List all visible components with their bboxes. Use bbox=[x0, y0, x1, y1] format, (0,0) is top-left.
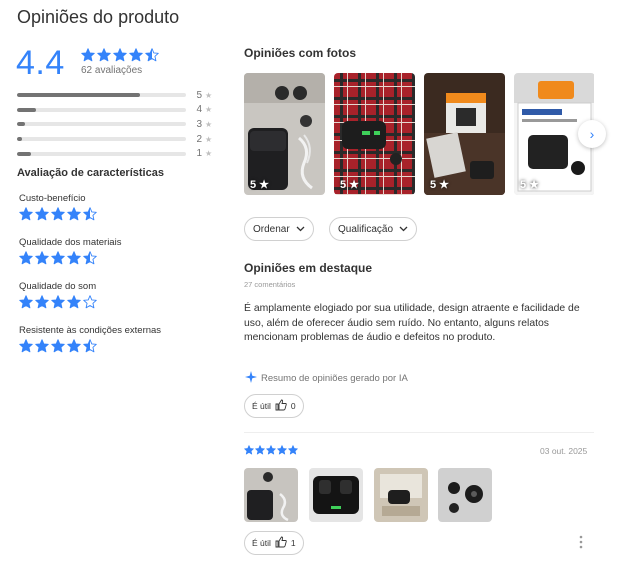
star-icon bbox=[35, 251, 49, 265]
star-icon: ★ bbox=[205, 134, 213, 144]
characteristics-title: Avaliação de características bbox=[17, 167, 164, 179]
star-icon bbox=[67, 207, 81, 221]
chevron-right-icon: › bbox=[589, 126, 595, 142]
characteristic-item: Resistente às condições externas bbox=[19, 325, 219, 353]
distribution-row[interactable]: 1 ★ bbox=[17, 146, 217, 161]
distribution-bar bbox=[17, 122, 186, 127]
more-options-icon[interactable] bbox=[579, 535, 583, 549]
distribution-row[interactable]: 5 ★ bbox=[17, 88, 217, 103]
star-icon bbox=[244, 445, 254, 455]
distribution-star-count: 2 bbox=[196, 133, 202, 145]
star-icon bbox=[67, 295, 81, 309]
star-icon bbox=[51, 339, 65, 353]
distribution-bar bbox=[17, 93, 186, 98]
characteristic-stars bbox=[19, 251, 219, 265]
star-icon bbox=[19, 251, 33, 265]
distribution-star-count: 3 bbox=[196, 118, 202, 130]
star-icon bbox=[145, 48, 159, 62]
distribution-star-count: 5 bbox=[196, 89, 202, 101]
star-icon bbox=[277, 445, 287, 455]
distribution-star-count: 1 bbox=[196, 148, 202, 160]
page-title: Opiniões do produto bbox=[17, 7, 180, 27]
thumbs-up-icon bbox=[275, 536, 287, 551]
photos-section-title: Opiniões com fotos bbox=[244, 46, 357, 60]
distribution-bar bbox=[17, 107, 186, 112]
distribution-bar bbox=[17, 137, 186, 142]
useful-button[interactable]: É útil 0 bbox=[244, 394, 304, 418]
average-stars bbox=[81, 48, 159, 62]
characteristic-item: Custo-benefício bbox=[19, 193, 219, 221]
star-icon bbox=[288, 445, 298, 455]
star-icon bbox=[266, 445, 276, 455]
chevron-down-icon bbox=[296, 224, 305, 234]
average-rating: 4.4 bbox=[16, 44, 65, 82]
distribution-row[interactable]: 4 ★ bbox=[17, 103, 217, 118]
ai-summary-note: Resumo de opiniões gerado por IA bbox=[245, 371, 408, 386]
star-icon bbox=[19, 207, 33, 221]
characteristic-label: Custo-benefício bbox=[19, 193, 86, 204]
star-icon bbox=[35, 339, 49, 353]
star-icon bbox=[83, 295, 97, 309]
star-icon bbox=[129, 48, 143, 62]
review-thumbnail-1[interactable] bbox=[244, 468, 298, 522]
review-photo-3[interactable]: 5 ★ bbox=[424, 73, 505, 195]
review-thumbnail-3[interactable] bbox=[374, 468, 428, 522]
characteristic-item: Qualidade do som bbox=[19, 281, 219, 309]
divider bbox=[244, 432, 594, 433]
rating-count: 62 avaliações bbox=[81, 65, 143, 76]
star-icon bbox=[83, 207, 97, 221]
distribution-star-count: 4 bbox=[196, 104, 202, 116]
star-icon: ★ bbox=[205, 149, 213, 159]
star-icon bbox=[81, 48, 95, 62]
star-icon bbox=[35, 295, 49, 309]
star-icon bbox=[35, 207, 49, 221]
featured-title: Opiniões em destaque bbox=[244, 261, 373, 275]
characteristic-label: Qualidade do som bbox=[19, 281, 97, 292]
star-icon bbox=[67, 339, 81, 353]
star-icon bbox=[19, 339, 33, 353]
star-icon bbox=[113, 48, 127, 62]
star-icon bbox=[83, 251, 97, 265]
characteristic-stars bbox=[19, 207, 219, 221]
chevron-down-icon bbox=[399, 224, 408, 234]
characteristic-label: Qualidade dos materiais bbox=[19, 237, 122, 248]
ai-summary-text: É amplamente elogiado por sua utilidade,… bbox=[244, 303, 580, 343]
star-icon bbox=[83, 339, 97, 353]
star-icon bbox=[67, 251, 81, 265]
carousel-next-button[interactable]: › bbox=[578, 120, 606, 148]
distribution-bar bbox=[17, 151, 186, 156]
review-rating-stars bbox=[244, 445, 298, 455]
photo-carousel: 5 ★ 5 ★ 5 ★ 5 ★ bbox=[244, 73, 594, 195]
star-icon: ★ bbox=[205, 119, 213, 129]
characteristic-label: Resistente às condições externas bbox=[19, 325, 162, 336]
star-icon bbox=[51, 207, 65, 221]
distribution-row[interactable]: 2 ★ bbox=[17, 132, 217, 147]
comment-count: 27 comentários bbox=[244, 280, 296, 289]
star-icon: ★ bbox=[205, 105, 213, 115]
star-icon bbox=[51, 295, 65, 309]
rating-distribution: 5 ★ 4 ★ 3 ★ 2 ★ 1 ★ bbox=[17, 88, 217, 161]
review-photo-1[interactable]: 5 ★ bbox=[244, 73, 325, 195]
sparkle-icon bbox=[245, 371, 257, 386]
star-icon bbox=[19, 295, 33, 309]
review-thumbnail-2[interactable] bbox=[309, 468, 363, 522]
star-icon bbox=[255, 445, 265, 455]
review-date: 03 out. 2025 bbox=[540, 446, 588, 456]
star-icon bbox=[51, 251, 65, 265]
review-photo-2[interactable]: 5 ★ bbox=[334, 73, 415, 195]
star-icon bbox=[97, 48, 111, 62]
thumbs-up-icon bbox=[275, 399, 287, 414]
characteristic-item: Qualidade dos materiais bbox=[19, 237, 219, 265]
review-useful-button[interactable]: É útil 1 bbox=[244, 531, 304, 555]
characteristic-stars bbox=[19, 339, 219, 353]
review-thumbnail-4[interactable] bbox=[438, 468, 492, 522]
rating-filter-dropdown[interactable]: Qualificação bbox=[329, 217, 418, 241]
distribution-row[interactable]: 3 ★ bbox=[17, 117, 217, 132]
sort-dropdown[interactable]: Ordenar bbox=[244, 217, 314, 241]
star-icon: ★ bbox=[205, 90, 213, 100]
characteristic-stars bbox=[19, 295, 219, 309]
